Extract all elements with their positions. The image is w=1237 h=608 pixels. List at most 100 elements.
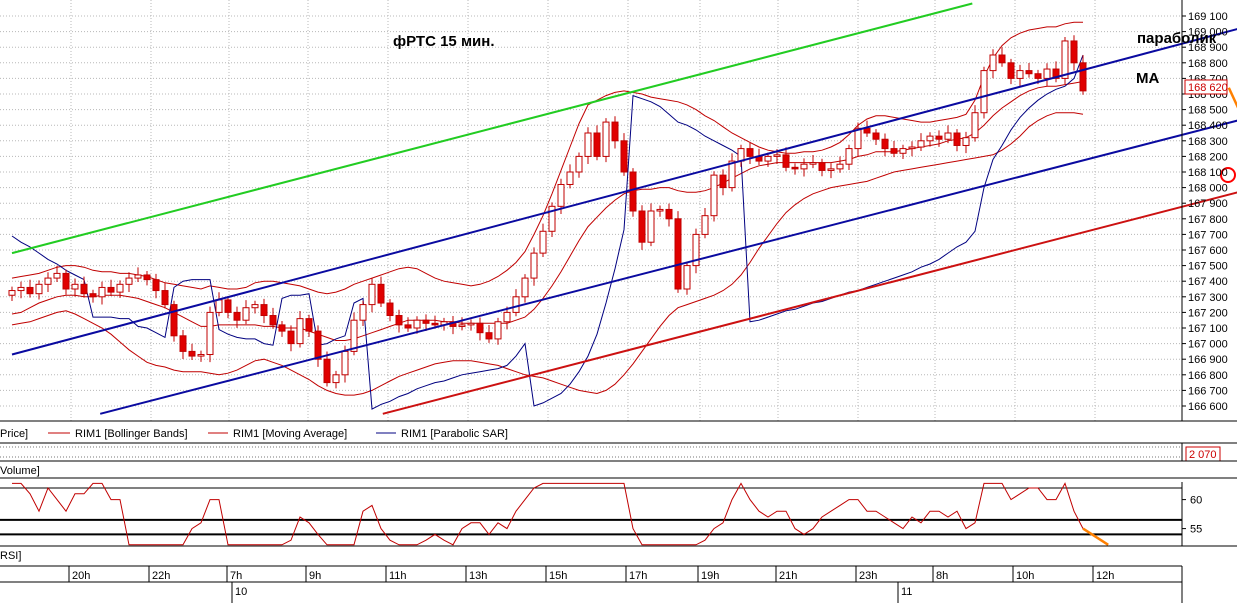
candle-down (611, 121, 619, 142)
candle-down (188, 350, 196, 357)
candle-down (152, 279, 160, 292)
chart-annotation-title: фРТС 15 мин. (393, 33, 495, 50)
legend-rsi: RSI] (0, 550, 21, 562)
candle-up (521, 277, 529, 298)
hour-label: 7h (230, 570, 242, 582)
hour-label: 8h (936, 570, 948, 582)
candle-down (1034, 73, 1042, 79)
candle-down (791, 166, 799, 170)
candle-up (242, 307, 250, 321)
candle-down (260, 304, 268, 317)
candle-up (809, 162, 817, 165)
candle-up (656, 208, 664, 212)
candle-up (800, 163, 808, 170)
candle-up (764, 155, 772, 162)
candle-up (116, 283, 124, 293)
candle-down (26, 286, 34, 295)
candle-up (35, 283, 43, 295)
hour-label: 17h (629, 570, 647, 582)
candle-up (701, 215, 709, 235)
candle-down (1025, 70, 1033, 75)
candle-up (350, 319, 358, 352)
candle-up (647, 210, 655, 243)
candle-up (728, 160, 736, 189)
price-tick-label: 167 000 (1188, 339, 1228, 351)
price-tick-label: 167 300 (1188, 292, 1228, 304)
hour-label: 21h (779, 570, 797, 582)
candle-down (107, 286, 115, 293)
hour-label: 9h (309, 570, 321, 582)
legend-bollinger: RIM1 [Bollinger Bands] (75, 428, 188, 440)
candle-down (287, 330, 295, 345)
price-tick-label: 168 800 (1188, 58, 1228, 70)
price-tick-label: 166 700 (1188, 385, 1228, 397)
candle-down (179, 335, 187, 352)
candle-down (1079, 62, 1087, 92)
candle-down (314, 330, 322, 360)
candle-down (872, 132, 880, 140)
price-tick-label: 167 900 (1188, 198, 1228, 210)
volume-value-label: 2 070 (1189, 449, 1217, 461)
price-tick-label: 166 600 (1188, 401, 1228, 413)
candle-up (575, 155, 583, 173)
candle-up (1061, 40, 1069, 79)
hour-label: 22h (152, 570, 170, 582)
candle-down (935, 135, 943, 140)
candle-up (908, 146, 916, 150)
price-tick-label: 167 200 (1188, 307, 1228, 319)
candle-up (413, 319, 421, 329)
price-tick-label: 166 900 (1188, 354, 1228, 366)
candle-up (98, 286, 106, 298)
candle-up (602, 121, 610, 157)
time-axis: 20h 22h 7h 9h 11h 13h 15h 17h 19h 21h 23h 8h 10h 12h … (0, 565, 1183, 603)
candle-up (539, 230, 547, 254)
candle-up (584, 132, 592, 157)
chart-background (0, 0, 1237, 603)
chart-svg: 169 100169 000168 900168 800168 700168 6… (0, 0, 1237, 603)
hour-label: 15h (549, 570, 567, 582)
candle-down (665, 208, 673, 220)
candle-up (341, 350, 349, 376)
candle-up (530, 252, 538, 279)
candle-down (890, 148, 898, 154)
candle-up (197, 354, 205, 357)
candle-up (125, 277, 133, 285)
candle-down (782, 154, 790, 168)
price-tick-label: 168 400 (1188, 120, 1228, 132)
candle-up (17, 286, 25, 292)
candle-down (674, 218, 682, 290)
price-tick-label: 167 600 (1188, 245, 1228, 257)
candle-down (80, 283, 88, 295)
candle-up (1016, 70, 1024, 79)
candle-up (926, 135, 934, 142)
candle-down (170, 304, 178, 337)
price-tick-label: 168 300 (1188, 136, 1228, 148)
candle-down (62, 272, 70, 290)
candle-down (1007, 62, 1015, 79)
candle-up (44, 277, 52, 285)
price-tick-label: 167 700 (1188, 229, 1228, 241)
annotation-ma: МА (1136, 70, 1159, 87)
candle-down (593, 132, 601, 157)
candle-down (620, 140, 628, 173)
candle-up (944, 132, 952, 140)
candle-up (503, 311, 511, 323)
legend-price: Price] (0, 428, 28, 440)
hour-label: 13h (469, 570, 487, 582)
candle-up (557, 183, 565, 207)
candle-up (980, 70, 988, 114)
candle-down (404, 324, 412, 329)
price-tick-label: 167 100 (1188, 323, 1228, 335)
candle-up (962, 137, 970, 146)
candle-down (233, 311, 241, 321)
candle-down (1070, 40, 1078, 64)
candle-up (458, 324, 466, 327)
candle-up (206, 311, 214, 356)
candle-down (719, 174, 727, 189)
price-tick-label: 168 200 (1188, 151, 1228, 163)
candle-down (638, 210, 646, 243)
candle-up (971, 112, 979, 139)
day-label: 11 (901, 586, 912, 598)
price-tick-label: 167 400 (1188, 276, 1228, 288)
last-price-label: 168 620 (1188, 82, 1228, 94)
